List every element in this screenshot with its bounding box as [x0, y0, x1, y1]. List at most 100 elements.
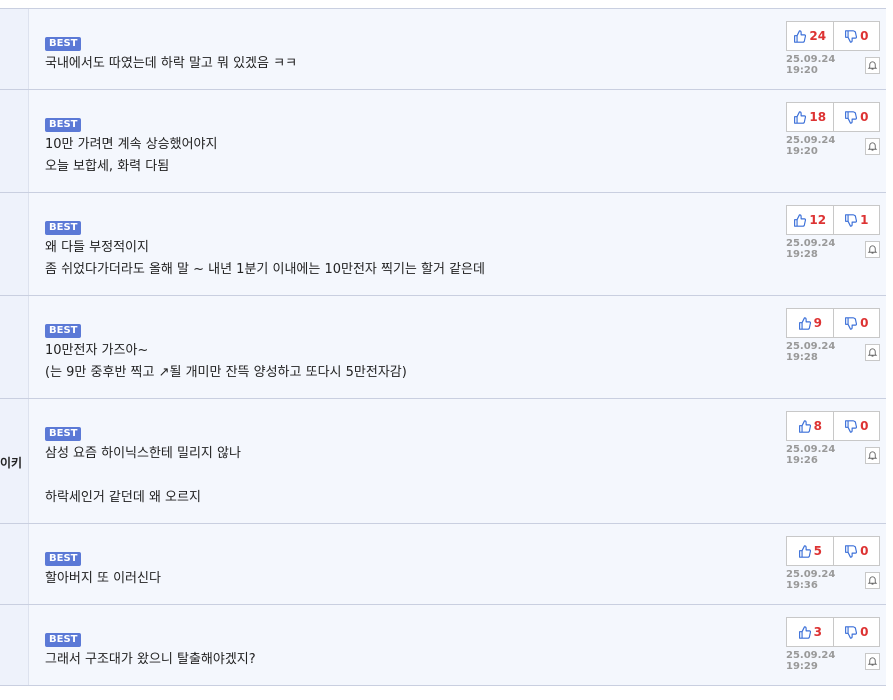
comment-body: BEST 할아버지 또 이러신다 5 0 25.09.24 19:36: [29, 524, 886, 604]
comment-row: BEST 국내에서도 따였는데 하락 말고 뭐 있겠음 ㅋㅋ 24 0 25.0…: [0, 8, 886, 90]
vote-panel: 12 1 25.09.24 19:28: [786, 205, 880, 260]
comment-meta: 25.09.24 19:20: [786, 135, 880, 157]
vote-panel: 18 0 25.09.24 19:20: [786, 102, 880, 157]
comment-body: BEST 10만 가려면 계속 상승했어야지오늘 보합세, 화력 다됨 18 0…: [29, 90, 886, 192]
comment-text: 그래서 구조대가 왔으니 탈출해야겠지?: [45, 649, 886, 671]
upvote-button[interactable]: 5: [787, 537, 834, 565]
comment-row: BEST 할아버지 또 이러신다 5 0 25.09.24 19:36: [0, 524, 886, 605]
upvote-count: 12: [809, 213, 827, 227]
bell-icon: [867, 60, 878, 70]
upvote-button[interactable]: 18: [787, 103, 834, 131]
comment-meta: 25.09.24 19:36: [786, 569, 880, 591]
comment-body: BEST 10만전자 가즈아~ (는 9만 중후반 찍고 ↗될 개미만 잔뜩 양성…: [29, 296, 886, 398]
comment-text: 국내에서도 따였는데 하락 말고 뭐 있겠음 ㅋㅋ: [45, 53, 886, 75]
vote-box: 12 1: [786, 205, 880, 235]
comment-line: [45, 465, 886, 487]
comment-text: 10만전자 가즈아~ (는 9만 중후반 찍고 ↗될 개미만 잔뜩 양성하고 또다…: [45, 340, 886, 384]
report-button[interactable]: [864, 137, 880, 155]
upvote-count: 9: [813, 316, 822, 330]
comment-line: 10만 가려면 계속 상승했어야지: [45, 137, 218, 152]
vote-box: 9 0: [786, 308, 880, 338]
comment-meta: 25.09.24 19:28: [786, 238, 880, 260]
best-badge: BEST: [45, 633, 82, 647]
upvote-button[interactable]: 24: [787, 22, 834, 50]
downvote-button[interactable]: 0: [834, 22, 880, 50]
thumbs-down-icon: [845, 29, 858, 43]
best-badge: BEST: [45, 427, 82, 441]
comment-row: BEST 왜 다들 부정적이지 좀 쉬었다가더라도 올해 말 ~ 내년 1분기 이…: [0, 193, 886, 296]
comment-line: 국내에서도 따였는데 하락 말고 뭐 있겠음 ㅋㅋ: [45, 56, 298, 71]
vote-panel: 3 0 25.09.24 19:29: [786, 617, 880, 672]
downvote-count: 0: [860, 419, 869, 433]
comment-date: 25.09.24 19:28: [786, 341, 836, 363]
author-column: [0, 9, 29, 89]
comment-list: BEST 국내에서도 따였는데 하락 말고 뭐 있겠음 ㅋㅋ 24 0 25.0…: [0, 8, 886, 686]
thumbs-up-icon: [794, 110, 807, 124]
comment-text: 왜 다들 부정적이지 좀 쉬었다가더라도 올해 말 ~ 내년 1분기 이내에는 1…: [45, 237, 886, 281]
best-badge: BEST: [45, 118, 82, 132]
comment-date: 25.09.24 19:20: [786, 54, 836, 76]
comment-date: 25.09.24 19:28: [786, 238, 836, 260]
bell-icon: [867, 656, 878, 666]
report-button[interactable]: [864, 343, 880, 361]
author-column: [0, 605, 29, 685]
comment-line: 할아버지 또 이러신다: [45, 571, 161, 586]
comment-line: 오늘 보합세, 화력 다됨: [45, 159, 170, 174]
comment-line: 그래서 구조대가 왔으니 탈출해야겠지?: [45, 652, 256, 667]
upvote-button[interactable]: 3: [787, 618, 834, 646]
report-button[interactable]: [864, 240, 880, 258]
vote-box: 24 0: [786, 21, 880, 51]
author-column: [0, 193, 29, 295]
author-name[interactable]: 이키: [0, 454, 22, 471]
author-column: 이키: [0, 399, 29, 523]
vote-box: 3 0: [786, 617, 880, 647]
comment-meta: 25.09.24 19:29: [786, 650, 880, 672]
comment-line: 좀 쉬었다가더라도 올해 말 ~ 내년 1분기 이내에는 10만전자 찍기는 할…: [45, 262, 485, 277]
report-button[interactable]: [864, 446, 880, 464]
thumbs-down-icon: [845, 419, 858, 433]
comment-meta: 25.09.24 19:26: [786, 444, 880, 466]
comment-text: 삼성 요즘 하이닉스한테 밀리지 않나 하락세인거 같던데 왜 오르지: [45, 443, 886, 509]
best-badge: BEST: [45, 37, 82, 51]
bell-icon: [867, 347, 878, 357]
best-badge: BEST: [45, 552, 82, 566]
comment-line: 하락세인거 같던데 왜 오르지: [45, 490, 201, 505]
downvote-button[interactable]: 0: [834, 412, 880, 440]
comment-body: BEST 삼성 요즘 하이닉스한테 밀리지 않나 하락세인거 같던데 왜 오르지 …: [29, 399, 886, 523]
vote-panel: 24 0 25.09.24 19:20: [786, 21, 880, 76]
downvote-button[interactable]: 0: [834, 103, 880, 131]
downvote-count: 0: [860, 544, 869, 558]
vote-panel: 5 0 25.09.24 19:36: [786, 536, 880, 591]
downvote-button[interactable]: 0: [834, 537, 880, 565]
upvote-button[interactable]: 9: [787, 309, 834, 337]
author-column: [0, 90, 29, 192]
upvote-count: 18: [809, 110, 827, 124]
report-button[interactable]: [864, 652, 880, 670]
thumbs-up-icon: [794, 29, 807, 43]
downvote-button[interactable]: 0: [834, 309, 880, 337]
best-badge: BEST: [45, 324, 82, 338]
thumbs-down-icon: [845, 110, 858, 124]
downvote-button[interactable]: 1: [834, 206, 880, 234]
upvote-button[interactable]: 12: [787, 206, 834, 234]
thumbs-up-icon: [798, 625, 811, 639]
comment-body: BEST 그래서 구조대가 왔으니 탈출해야겠지? 3 0 25.09.24 1…: [29, 605, 886, 685]
comment-body: BEST 왜 다들 부정적이지 좀 쉬었다가더라도 올해 말 ~ 내년 1분기 이…: [29, 193, 886, 295]
downvote-button[interactable]: 0: [834, 618, 880, 646]
comment-row: BEST 10만 가려면 계속 상승했어야지오늘 보합세, 화력 다됨 18 0…: [0, 90, 886, 193]
report-button[interactable]: [864, 56, 880, 74]
comment-row: 이키 BEST 삼성 요즘 하이닉스한테 밀리지 않나 하락세인거 같던데 왜 오…: [0, 399, 886, 524]
upvote-button[interactable]: 8: [787, 412, 834, 440]
bell-icon: [867, 450, 878, 460]
downvote-count: 1: [860, 213, 869, 227]
vote-box: 18 0: [786, 102, 880, 132]
author-column: [0, 296, 29, 398]
comment-line: (는 9만 중후반 찍고 ↗될 개미만 잔뜩 양성하고 또다시 5만전자감): [45, 365, 407, 380]
comment-text: 10만 가려면 계속 상승했어야지오늘 보합세, 화력 다됨: [45, 134, 886, 178]
vote-box: 5 0: [786, 536, 880, 566]
bell-icon: [867, 575, 878, 585]
thumbs-up-icon: [798, 544, 811, 558]
vote-box: 8 0: [786, 411, 880, 441]
vote-panel: 8 0 25.09.24 19:26: [786, 411, 880, 466]
report-button[interactable]: [864, 571, 880, 589]
